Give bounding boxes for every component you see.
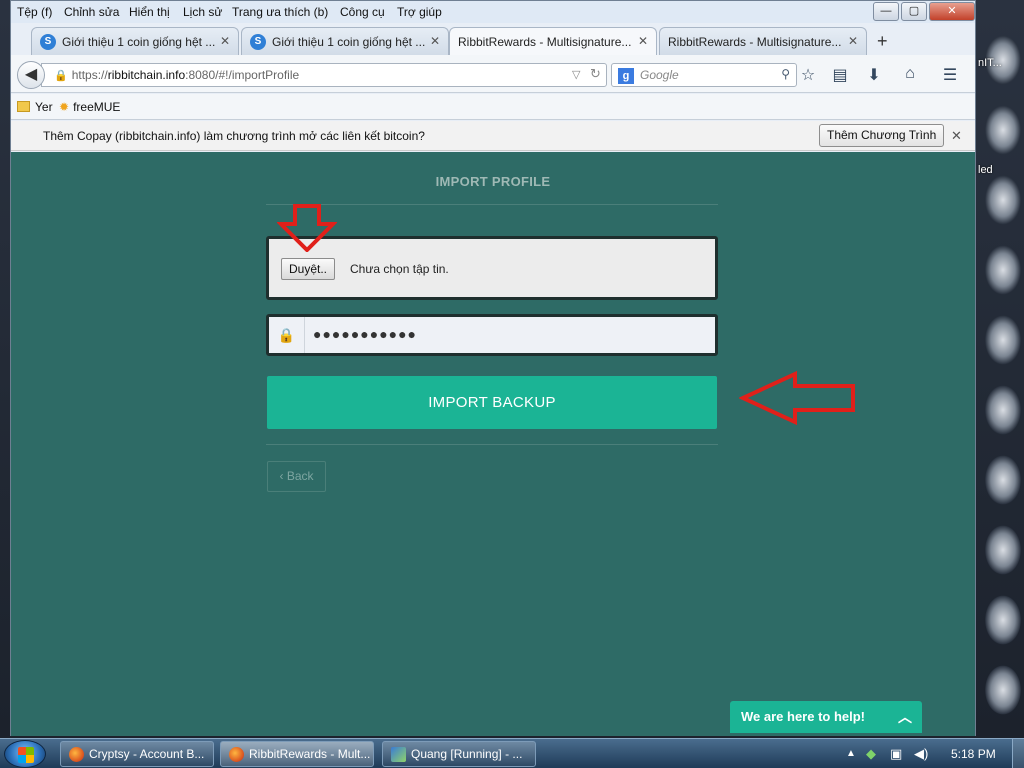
menu-edit[interactable]: Chỉnh sửa bbox=[64, 5, 119, 19]
downloads-icon[interactable]: ⬇ bbox=[863, 65, 885, 85]
skype-favicon-icon: S bbox=[250, 34, 266, 50]
import-backup-button[interactable]: IMPORT BACKUP bbox=[267, 376, 717, 429]
menu-tools[interactable]: Công cụ bbox=[340, 5, 385, 19]
tab-title: Giới thiệu 1 coin giống hệt ... bbox=[62, 35, 216, 49]
tab-strip: S Giới thiệu 1 coin giống hệt ... ✕ S Giới… bbox=[11, 25, 975, 56]
page-content: IMPORT PROFILE Duyệt.. Chưa chọn tập tin… bbox=[11, 152, 975, 736]
desktop-icon-label[interactable]: led bbox=[978, 164, 993, 176]
menu-history[interactable]: Lịch sử bbox=[183, 5, 222, 19]
url-scheme: https:// bbox=[71, 68, 108, 82]
skype-favicon-icon: S bbox=[40, 34, 56, 50]
lock-icon: 🔒 bbox=[269, 317, 305, 353]
taskbar-clock[interactable]: 5:18 PM bbox=[951, 747, 996, 761]
tab-title: RibbitRewards - Multisignature... bbox=[668, 34, 842, 49]
tab-close-icon[interactable]: ✕ bbox=[220, 34, 230, 48]
menu-view[interactable]: Hiển thị bbox=[129, 5, 170, 19]
menu-bookmarks[interactable]: Trang ưa thích (b) bbox=[232, 5, 328, 19]
close-window-button[interactable]: ✕ bbox=[929, 2, 975, 21]
sun-icon: ✹ bbox=[59, 100, 70, 114]
bookmark-label: Yer bbox=[35, 100, 53, 114]
tab-close-icon[interactable]: ✕ bbox=[430, 34, 440, 48]
tab-skype-coin-1[interactable]: S Giới thiệu 1 coin giống hệt ... ✕ bbox=[31, 27, 239, 55]
taskbar-item-label: Quang [Running] - ... bbox=[411, 747, 523, 761]
site-identity-icon[interactable]: 🔒 bbox=[54, 70, 68, 82]
url-dropdown-icon[interactable]: ▽ bbox=[572, 68, 580, 81]
network-icon[interactable]: ▣ bbox=[890, 746, 902, 762]
windows-logo-icon bbox=[18, 747, 34, 763]
start-button[interactable] bbox=[4, 740, 46, 768]
bookmarks-toolbar: Yer ✹ freeMUE bbox=[11, 94, 975, 120]
browser-window: Tệp (f) Chỉnh sửa Hiển thị Lịch sử Trang… bbox=[10, 0, 976, 736]
virtualbox-icon bbox=[391, 747, 406, 762]
password-field[interactable]: 🔒 ●●●●●●●●●●● bbox=[266, 314, 718, 356]
taskbar-item-label: RibbitRewards - Mult... bbox=[249, 747, 371, 761]
tray-app-icon[interactable]: ◆ bbox=[866, 746, 876, 762]
reload-icon[interactable]: ↻ bbox=[590, 66, 601, 82]
new-tab-plus-icon[interactable]: + bbox=[877, 31, 888, 52]
password-value: ●●●●●●●●●●● bbox=[313, 326, 418, 342]
firefox-icon bbox=[69, 747, 84, 762]
taskbar-item-label: Cryptsy - Account B... bbox=[89, 747, 205, 761]
tab-ribbitrewards[interactable]: RibbitRewards - Multisignature... ✕ bbox=[659, 27, 867, 55]
back-label: Back bbox=[286, 469, 314, 483]
back-arrow-icon[interactable]: ◀ bbox=[17, 61, 45, 89]
url-host: ribbitchain.info bbox=[107, 68, 186, 82]
search-placeholder: Google bbox=[640, 68, 679, 83]
maximize-button[interactable]: ▢ bbox=[901, 2, 927, 21]
menu-bar: Tệp (f) Chỉnh sửa Hiển thị Lịch sử Trang… bbox=[11, 1, 975, 23]
divider bbox=[266, 444, 718, 445]
volume-icon[interactable]: ◀) bbox=[914, 746, 928, 762]
bookmark-yer[interactable]: Yer bbox=[17, 100, 53, 114]
bookmark-freemue[interactable]: ✹ freeMUE bbox=[59, 100, 120, 114]
reading-list-icon[interactable]: ▤ bbox=[829, 65, 851, 85]
menu-file[interactable]: Tệp (f) bbox=[17, 5, 52, 19]
tray-overflow-icon[interactable]: ▲ bbox=[846, 748, 856, 759]
back-button[interactable]: ‹ Back bbox=[267, 461, 326, 492]
browse-button[interactable]: Duyệt.. bbox=[281, 258, 336, 280]
windows-taskbar: Cryptsy - Account B... RibbitRewards - M… bbox=[0, 738, 1024, 768]
page-title: IMPORT PROFILE bbox=[435, 174, 551, 189]
show-desktop-button[interactable] bbox=[1012, 739, 1024, 768]
help-widget-label: We are here to help! bbox=[741, 709, 866, 724]
tab-skype-coin-2[interactable]: S Giới thiệu 1 coin giống hệt ... ✕ bbox=[241, 27, 449, 55]
home-icon[interactable]: ⌂ bbox=[899, 65, 921, 85]
google-engine-icon[interactable]: g bbox=[618, 68, 634, 84]
left-arrow-annotation-icon bbox=[739, 371, 855, 426]
menu-hamburger-icon[interactable]: ☰ bbox=[939, 65, 961, 85]
tab-title: Giới thiệu 1 coin giống hệt ... bbox=[272, 35, 426, 49]
file-status-text: Chưa chọn tập tin. bbox=[350, 262, 449, 276]
down-arrow-annotation-icon bbox=[277, 204, 337, 252]
tab-close-icon[interactable]: ✕ bbox=[638, 34, 648, 48]
menu-help[interactable]: Trợ giúp bbox=[397, 5, 442, 19]
help-chat-widget[interactable]: We are here to help! ︿ bbox=[730, 701, 922, 733]
taskbar-item-cryptsy[interactable]: Cryptsy - Account B... bbox=[60, 741, 214, 767]
taskbar-item-ribbitrewards[interactable]: RibbitRewards - Mult... bbox=[220, 741, 374, 767]
tab-ribbitrewards-active[interactable]: RibbitRewards - Multisignature... ✕ bbox=[449, 27, 657, 56]
chevron-left-icon: ‹ bbox=[279, 469, 287, 483]
url-path: :8080/#!/importProfile bbox=[185, 68, 300, 82]
chevron-up-icon[interactable]: ︿ bbox=[898, 707, 912, 727]
close-icon[interactable]: ✕ bbox=[951, 128, 962, 144]
url-bar[interactable]: 🔒 https://ribbitchain.info:8080/#!/import… bbox=[41, 63, 607, 87]
notification-text: Thêm Copay (ribbitchain.info) làm chương… bbox=[43, 129, 425, 143]
tab-title: RibbitRewards - Multisignature... bbox=[458, 34, 632, 49]
taskbar-item-virtualbox[interactable]: Quang [Running] - ... bbox=[382, 741, 536, 767]
desktop-icon-label[interactable]: nIT... bbox=[978, 57, 1002, 69]
navigation-bar: 🔒 https://ribbitchain.info:8080/#!/import… bbox=[11, 55, 975, 93]
bookmark-star-icon[interactable]: ☆ bbox=[797, 65, 819, 85]
protocol-handler-notification: Thêm Copay (ribbitchain.info) làm chương… bbox=[11, 121, 975, 151]
bookmark-label: freeMUE bbox=[73, 100, 121, 114]
search-icon[interactable]: ⚲ bbox=[781, 67, 790, 81]
tab-close-icon[interactable]: ✕ bbox=[848, 34, 858, 48]
folder-icon bbox=[17, 101, 30, 112]
add-application-button[interactable]: Thêm Chương Trình bbox=[819, 124, 945, 147]
firefox-icon bbox=[229, 747, 244, 762]
search-input[interactable]: g Google ⚲ bbox=[611, 63, 797, 87]
minimize-button[interactable]: — bbox=[873, 2, 899, 21]
